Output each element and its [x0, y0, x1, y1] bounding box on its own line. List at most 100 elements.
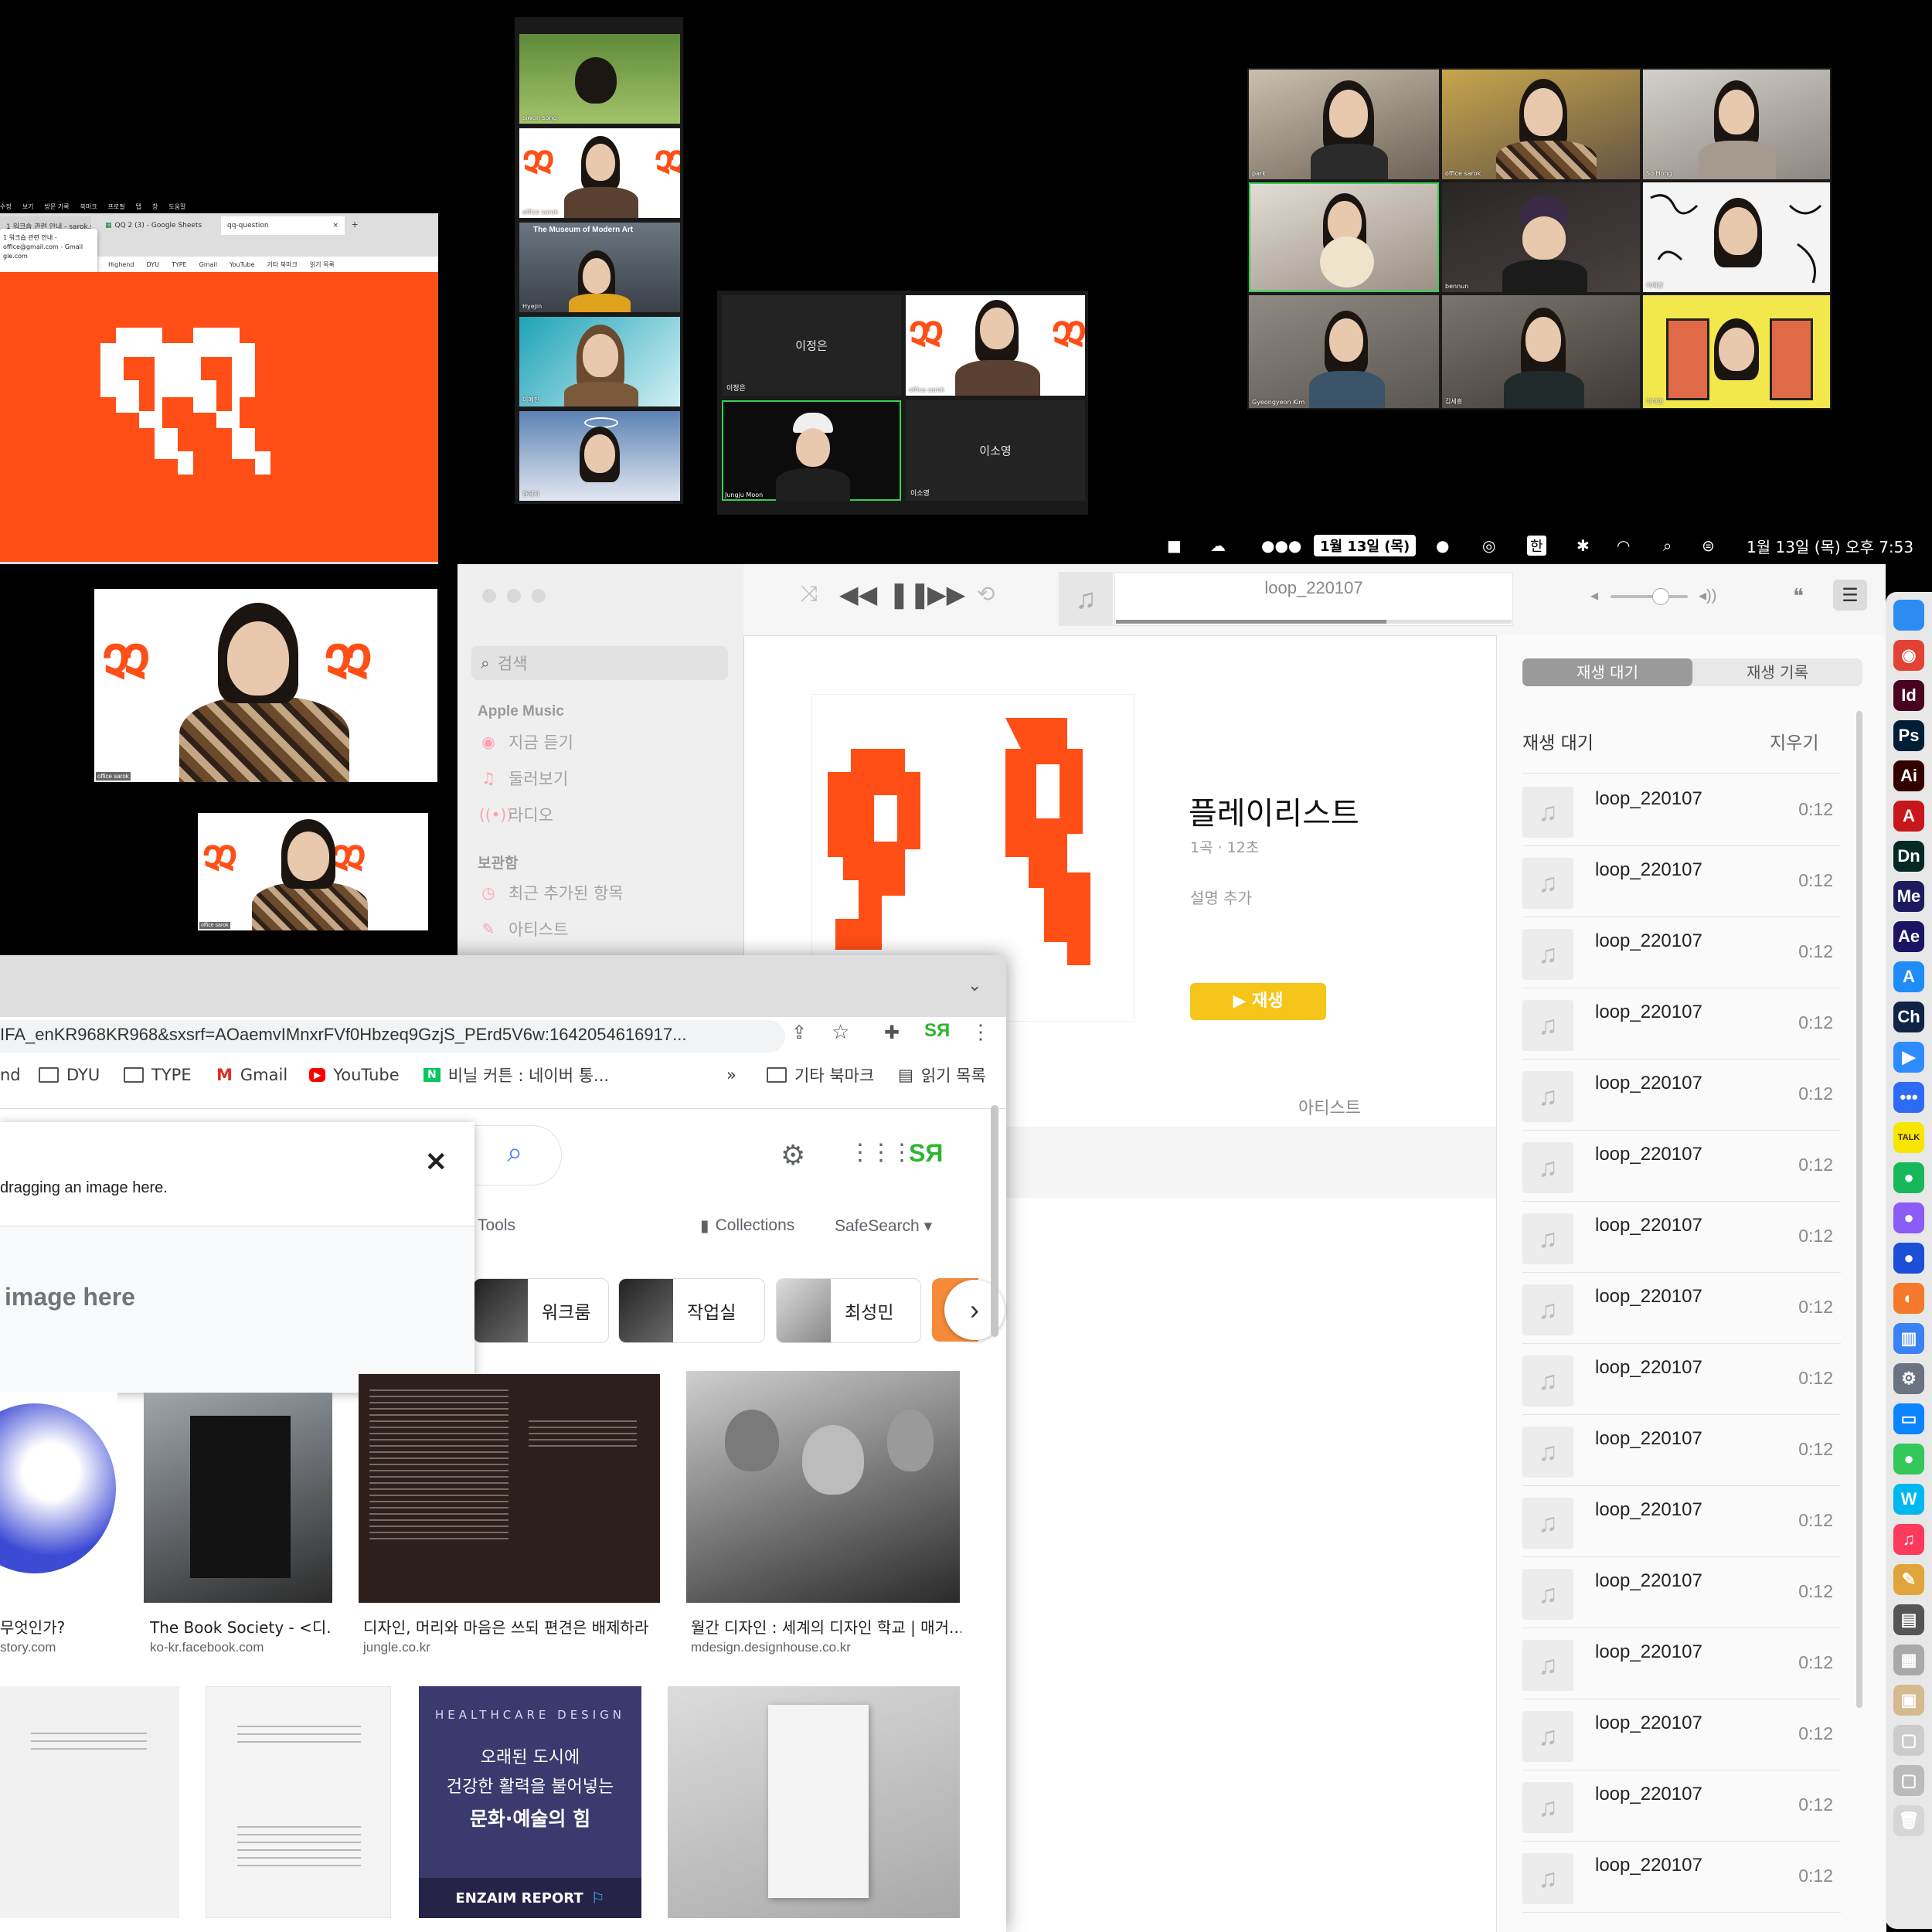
- illustrator-icon[interactable]: Ai: [1893, 760, 1924, 791]
- participant-video[interactable]: 이예진: [519, 317, 680, 406]
- close-icon[interactable]: ✕: [425, 1147, 447, 1178]
- list-item[interactable]: ♫ loop_220107 0:12: [1522, 1556, 1841, 1628]
- participant-video[interactable]: [1249, 182, 1439, 292]
- participant-video[interactable]: 한혜지: [519, 411, 680, 501]
- sidebar-item-listen-now[interactable]: ◉ 지금 듣기: [479, 726, 573, 757]
- tools-button[interactable]: Tools: [478, 1216, 515, 1235]
- participant-video[interactable]: siwon song: [519, 34, 680, 124]
- trash-icon[interactable]: 🗑: [1893, 1805, 1924, 1836]
- close-icon[interactable]: ×: [332, 222, 338, 230]
- list-item[interactable]: ♫ loop_220107 0:12: [1522, 1841, 1841, 1913]
- participant-video[interactable]: 이하민: [1643, 295, 1830, 408]
- bookmark[interactable]: 읽기 목록: [310, 260, 335, 269]
- participant-video[interactable]: office sarok: [1442, 70, 1640, 179]
- whale-icon[interactable]: W: [1893, 1484, 1924, 1515]
- zoom-status-icon[interactable]: ■: [1167, 530, 1182, 561]
- settings-gear-icon[interactable]: ⚙: [781, 1139, 805, 1172]
- messenger-icon[interactable]: •••: [1893, 1082, 1924, 1113]
- messenger-menu-icon[interactable]: ●●●: [1261, 530, 1301, 561]
- participant-video[interactable]: ՉՉ ՉՉ office sarok: [906, 295, 1085, 396]
- participant-video[interactable]: ՉՉ ՉՉ office sarok: [519, 128, 680, 218]
- result-image[interactable]: [206, 1686, 391, 1918]
- sidebar-item-browse[interactable]: ♫ 둘러보기: [479, 763, 568, 794]
- photoshop-icon[interactable]: Ps: [1893, 720, 1924, 751]
- minimize-window-button[interactable]: [507, 589, 521, 603]
- page-scrollbar[interactable]: [991, 1105, 998, 1337]
- bookmark-naver[interactable]: N 비닐 커튼 : 네이버 통...: [423, 1063, 609, 1087]
- chat-icon[interactable]: ●: [1436, 530, 1449, 561]
- participant-video[interactable]: The Museum of Modern Art Hyejin: [519, 223, 680, 312]
- line-icon[interactable]: ●: [1893, 1162, 1924, 1193]
- participant-video[interactable]: 이정은 이정은: [722, 295, 901, 396]
- character-animator-icon[interactable]: Ch: [1893, 1002, 1924, 1032]
- list-item[interactable]: ♫ loop_220107 0:12: [1522, 845, 1841, 917]
- cinema4d-icon[interactable]: ●: [1893, 1243, 1924, 1274]
- result-image[interactable]: [144, 1393, 332, 1603]
- list-item[interactable]: ♫ loop_220107 0:12: [1522, 1414, 1841, 1486]
- bookmark-star-icon[interactable]: ☆: [832, 1020, 849, 1044]
- participant-video[interactable]: bennun: [1442, 182, 1640, 292]
- disk-icon[interactable]: ▤: [1893, 1604, 1924, 1635]
- bookmark[interactable]: Gmail: [199, 261, 217, 268]
- tab-sheets[interactable]: ▦ QQ 2 (3) - Google Sheets: [99, 216, 215, 235]
- search-icon[interactable]: ⌕: [1663, 530, 1672, 561]
- tab-history[interactable]: 재생 기록: [1692, 658, 1862, 686]
- play-status-icon[interactable]: ◎: [1482, 530, 1495, 561]
- photo-icon[interactable]: ▣: [1893, 1685, 1924, 1716]
- profile-extension-icon[interactable]: ЅЯ: [924, 1020, 950, 1042]
- bookmark-gmail[interactable]: M Gmail: [216, 1063, 287, 1087]
- kakaotalk-icon[interactable]: TALK: [1893, 1122, 1924, 1153]
- bookmark-folder-dyu[interactable]: DYU: [39, 1063, 100, 1087]
- result-image[interactable]: [668, 1686, 960, 1918]
- repeat-button[interactable]: ⟲: [977, 581, 995, 607]
- previous-button[interactable]: ◀◀: [839, 580, 877, 609]
- participant-video[interactable]: park: [1249, 70, 1439, 179]
- list-item[interactable]: ♫ loop_220107 0:12: [1522, 1699, 1841, 1770]
- bookmark-item[interactable]: nd: [0, 1063, 21, 1087]
- zoom-window-button[interactable]: [532, 589, 546, 603]
- queue-scrollbar[interactable]: [1856, 711, 1862, 1708]
- list-item[interactable]: ♫ loop_220107 0:12: [1522, 1770, 1841, 1842]
- media-encoder-icon[interactable]: Me: [1893, 881, 1924, 912]
- safesearch-dropdown[interactable]: SafeSearch ▾: [835, 1216, 932, 1236]
- lyrics-button[interactable]: ❝: [1793, 584, 1804, 608]
- bookmark[interactable]: DYU: [146, 261, 158, 268]
- chrome-icon[interactable]: ◉: [1893, 640, 1924, 671]
- blender-icon[interactable]: ◐: [1893, 1283, 1924, 1314]
- app-store-icon[interactable]: A: [1893, 961, 1924, 992]
- participant-video[interactable]: 이예진: [1643, 182, 1830, 292]
- queue-button[interactable]: ☰: [1833, 580, 1867, 611]
- result-image[interactable]: [0, 1393, 117, 1603]
- menu-item[interactable]: 프로필: [108, 202, 125, 211]
- shuffle-button[interactable]: ⤨: [801, 581, 818, 607]
- list-item[interactable]: ♫ loop_220107 0:12: [1522, 1343, 1841, 1415]
- chip-choi-sungmin[interactable]: 최성민: [776, 1278, 921, 1343]
- bluetooth-icon[interactable]: ✱: [1577, 530, 1590, 561]
- share-icon[interactable]: ⇪: [791, 1022, 807, 1044]
- menu-item[interactable]: 도움말: [168, 202, 185, 211]
- participant-video[interactable]: 이소영 이소영: [906, 400, 1085, 501]
- chip-studio[interactable]: 작업실: [618, 1278, 765, 1343]
- participant-video[interactable]: So Hong: [1643, 70, 1830, 179]
- tab-qq-question[interactable]: qq-question ×: [221, 216, 345, 235]
- bookmark[interactable]: YouTube: [230, 261, 255, 268]
- bookmark[interactable]: 기타 북마크: [267, 260, 297, 269]
- collections-button[interactable]: ▮ Collections: [700, 1216, 794, 1236]
- messages-icon[interactable]: ●: [1893, 1444, 1924, 1475]
- tab-dropdown-icon[interactable]: ⌄: [968, 975, 981, 995]
- bookmark[interactable]: Highend: [108, 261, 134, 268]
- result-image[interactable]: [359, 1374, 660, 1603]
- result-title[interactable]: 월간 디자인 : 세계의 디자인 학교 | 매거...: [691, 1615, 961, 1638]
- menu-item[interactable]: 방문 기록: [44, 202, 69, 211]
- account-avatar[interactable]: ЅЯ: [909, 1139, 943, 1168]
- new-tab-icon[interactable]: +: [352, 218, 358, 230]
- track-row[interactable]: [1005, 1127, 1496, 1198]
- preview-icon[interactable]: ▦: [1893, 1645, 1924, 1675]
- volume-slider[interactable]: [1611, 595, 1688, 598]
- creative-cloud-icon[interactable]: ☁: [1210, 530, 1226, 561]
- menu-item[interactable]: 탭: [136, 202, 141, 211]
- menu-item[interactable]: 수정: [0, 202, 12, 211]
- list-item[interactable]: ♫ loop_220107 0:12: [1522, 1628, 1841, 1699]
- keynote-icon[interactable]: ▭: [1893, 1403, 1924, 1434]
- menubar-clock[interactable]: 1월 13일 (목) 오후 7:53: [1747, 530, 1913, 561]
